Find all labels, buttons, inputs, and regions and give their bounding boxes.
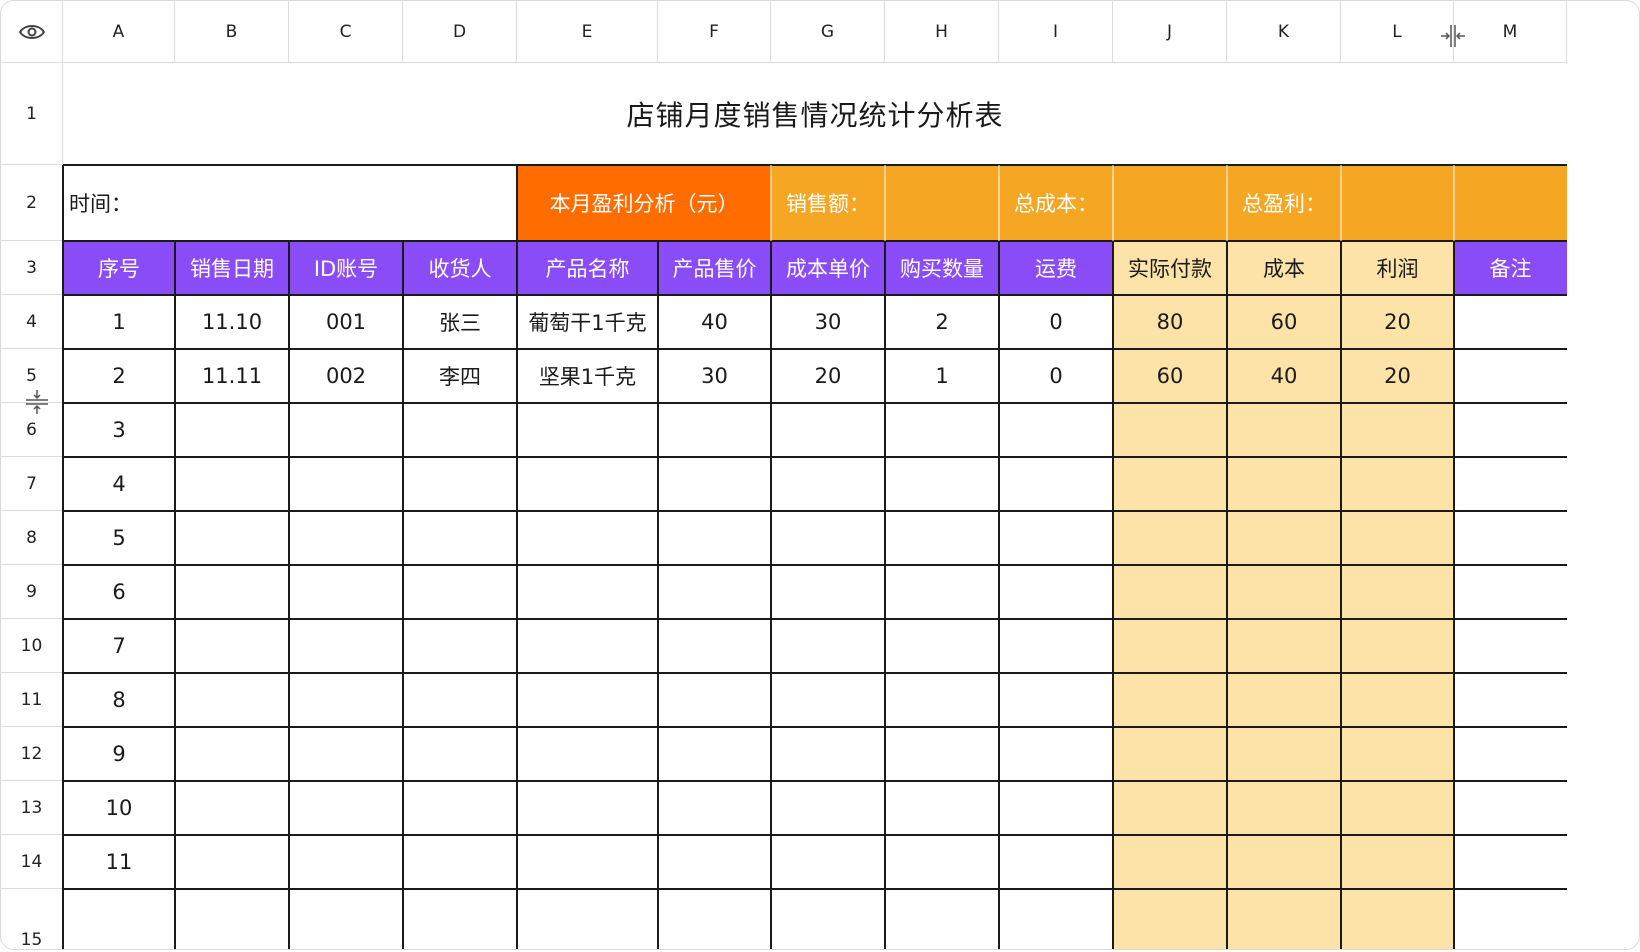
row-resize-icon[interactable] [22, 387, 52, 417]
column-resize-icon[interactable] [1438, 21, 1468, 51]
table-gridlines [62, 164, 1567, 949]
spreadsheet-frame: A B C D E F G H I J K L M 1 2 3 4 5 6 7 8 9 10 11 12 13 14 15 店铺月度销售… [0, 0, 1640, 950]
